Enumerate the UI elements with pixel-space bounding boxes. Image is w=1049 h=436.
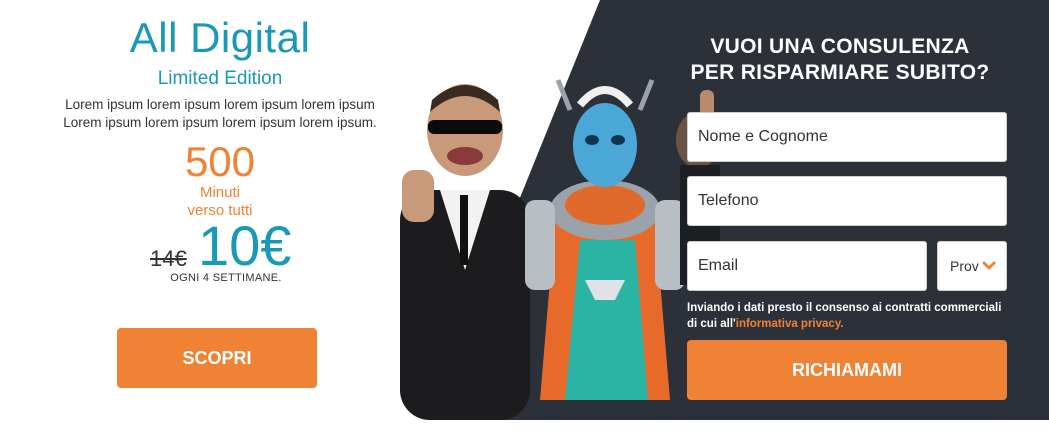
- minutes-number: 500: [184, 138, 256, 185]
- offer-title: All Digital: [129, 14, 311, 61]
- offer-block: All Digital Limited Edition Lorem ipsum …: [40, 0, 400, 284]
- offer-subtitle: Limited Edition: [157, 68, 283, 89]
- price-row: 14€ 10€: [40, 218, 400, 274]
- minutes-label-line: Minuti: [199, 184, 240, 201]
- province-select-value: Prov: [950, 258, 979, 274]
- phone-field[interactable]: [687, 176, 1007, 226]
- form-headline-line: PER RISPARMIARE SUBITO?: [690, 61, 990, 84]
- old-price: 14€: [150, 246, 187, 271]
- form-headline-line: VUOI UNA CONSULENZA: [710, 35, 970, 58]
- scopri-button[interactable]: SCOPRI: [117, 328, 317, 388]
- offer-description-line: Lorem ipsum lorem ipsum lorem ipsum lore…: [63, 115, 377, 130]
- offer-description: Lorem ipsum lorem ipsum lorem ipsum lore…: [40, 96, 400, 132]
- consent-text-body: Inviando i dati presto il consenso ai co…: [687, 302, 1002, 330]
- offer-description-line: Lorem ipsum lorem ipsum lorem ipsum lore…: [65, 97, 375, 112]
- chevron-down-icon: [982, 261, 996, 270]
- province-select[interactable]: Prov: [937, 241, 1007, 291]
- new-price: 10€: [198, 214, 292, 277]
- consent-text: Inviando i dati presto il consenso ai co…: [687, 300, 1012, 332]
- characters-illustration: [400, 79, 720, 420]
- alien-figure: [525, 79, 685, 400]
- bottom-strip: [0, 420, 1049, 436]
- form-headline: VUOI UNA CONSULENZA PER RISPARMIARE SUBI…: [640, 34, 1040, 86]
- promo-banner: All Digital Limited Edition Lorem ipsum …: [0, 0, 1049, 436]
- name-field[interactable]: [687, 112, 1007, 162]
- email-field[interactable]: [687, 241, 927, 291]
- richiamami-button[interactable]: RICHIAMAMI: [687, 340, 1007, 400]
- privacy-link[interactable]: informativa privacy.: [736, 318, 844, 330]
